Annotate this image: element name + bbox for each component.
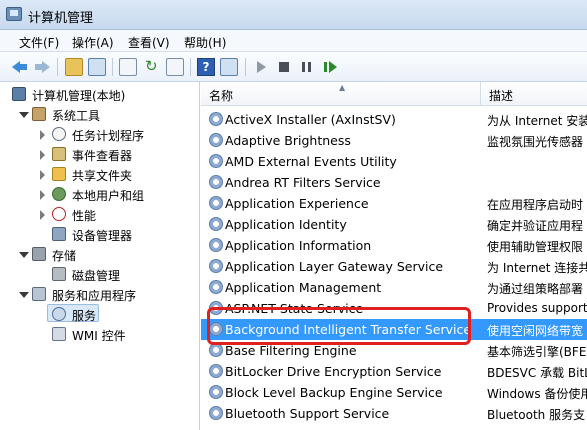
service-gear-icon <box>209 196 223 210</box>
device-manager-icon <box>52 227 66 241</box>
disk-icon <box>52 267 66 281</box>
back-arrow-icon[interactable] <box>11 58 29 76</box>
export-icon[interactable] <box>166 58 184 76</box>
service-gear-icon <box>209 301 223 315</box>
table-row[interactable]: ActiveX Installer (AxInstSV) 为从 Internet … <box>201 109 587 130</box>
event-viewer-icon <box>52 147 66 161</box>
expander-storage[interactable] <box>19 250 29 260</box>
table-row[interactable]: Adaptive Brightness 监视氛围光传感器 <box>201 130 587 151</box>
forward-arrow-icon[interactable] <box>33 58 51 76</box>
service-gear-icon <box>209 133 223 147</box>
menu-bar: 文件(F) 操作(A) 查看(V) 帮助(H) <box>0 30 587 52</box>
details-icon[interactable] <box>220 58 238 76</box>
toolbar-separator <box>245 58 246 76</box>
service-gear-icon <box>209 238 223 252</box>
column-header-name[interactable]: 名称 ▲ <box>201 82 481 106</box>
help-icon[interactable]: ? <box>197 58 215 76</box>
up-folder-icon[interactable] <box>65 58 83 76</box>
shared-folder-icon <box>52 167 66 181</box>
service-gear-icon <box>209 280 223 294</box>
column-header-desc[interactable]: 描述 <box>481 82 587 106</box>
clock-icon <box>52 127 66 141</box>
menu-help[interactable]: 帮助(H) <box>184 34 226 51</box>
service-gear-icon <box>209 154 223 168</box>
start-service-icon[interactable] <box>252 58 270 76</box>
expander-services-apps[interactable] <box>19 290 29 300</box>
expander-local-users[interactable] <box>39 190 47 200</box>
table-row[interactable]: BitLocker Drive Encryption Service BDESVC… <box>201 361 587 382</box>
window-title: 计算机管理 <box>28 11 94 26</box>
expander-shared-folders[interactable] <box>39 170 47 180</box>
properties-icon[interactable] <box>119 58 137 76</box>
menu-action[interactable]: 操作(A) <box>72 34 114 51</box>
navigation-tree: 计算机管理(本地) 系统工具 任务计划程序 事件查看器 共享文件夹 本地用户和组… <box>0 82 200 430</box>
expander-event-viewer[interactable] <box>39 150 47 160</box>
toolbar: ? <box>0 52 587 82</box>
wmi-icon <box>52 327 66 341</box>
services-list: 名称 ▲ 描述 ActiveX Installer (AxInstSV) 为从 I… <box>201 82 587 430</box>
service-gear-icon <box>209 175 223 189</box>
service-gear-icon <box>209 343 223 357</box>
menu-view[interactable]: 查看(V) <box>128 34 170 51</box>
table-row-selected[interactable]: Background Intelligent Transfer Service 使… <box>201 319 587 340</box>
table-row[interactable]: Bluetooth Support Service Bluetooth 服务支 <box>201 403 587 424</box>
table-row[interactable]: Application Identity 确定并验证应用程 <box>201 214 587 235</box>
toolbar-separator <box>112 58 113 76</box>
service-gear-icon <box>209 406 223 420</box>
table-row[interactable]: Base Filtering Engine 基本筛选引擎(BFE) <box>201 340 587 361</box>
refresh-icon[interactable] <box>143 57 161 76</box>
table-row[interactable]: Block Level Backup Engine Service Windows… <box>201 382 587 403</box>
table-row[interactable]: Application Management 为通过组策略部署 <box>201 277 587 298</box>
table-row[interactable]: Application Experience 在应用程序启动时 <box>201 193 587 214</box>
stop-service-icon[interactable] <box>275 58 293 76</box>
menu-file[interactable]: 文件(F) <box>19 34 59 51</box>
expander-system-tools[interactable] <box>19 110 29 120</box>
performance-icon <box>52 207 66 221</box>
services-apps-icon <box>32 287 46 301</box>
storage-icon <box>32 247 46 261</box>
expander-performance[interactable] <box>39 210 47 220</box>
toolbar-separator <box>190 58 191 76</box>
service-gear-icon <box>209 112 223 126</box>
service-gear-icon <box>209 259 223 273</box>
resume-service-icon[interactable] <box>321 58 339 76</box>
computer-management-icon <box>6 7 22 21</box>
table-row[interactable]: Application Information 使用辅助管理权限 <box>201 235 587 256</box>
expander-task-scheduler[interactable] <box>39 130 47 140</box>
table-row[interactable]: Andrea RT Filters Service <box>201 172 587 193</box>
service-gear-icon <box>209 322 223 336</box>
toolbar-separator <box>57 58 58 76</box>
service-gear-icon <box>209 385 223 399</box>
show-tree-icon[interactable] <box>88 58 106 76</box>
service-gear-icon <box>209 364 223 378</box>
table-row[interactable]: ASP.NET State Service Provides support <box>201 298 587 319</box>
pause-service-icon[interactable] <box>298 58 316 76</box>
service-gear-icon <box>209 217 223 231</box>
gear-icon <box>52 307 66 321</box>
users-icon <box>52 187 66 201</box>
title-bar: 计算机管理 <box>0 0 587 30</box>
computer-icon <box>12 87 26 101</box>
tools-icon <box>32 107 46 121</box>
sort-up-icon: ▲ <box>339 83 346 92</box>
table-row[interactable]: Application Layer Gateway Service 为 Inter… <box>201 256 587 277</box>
table-row[interactable]: AMD External Events Utility <box>201 151 587 172</box>
